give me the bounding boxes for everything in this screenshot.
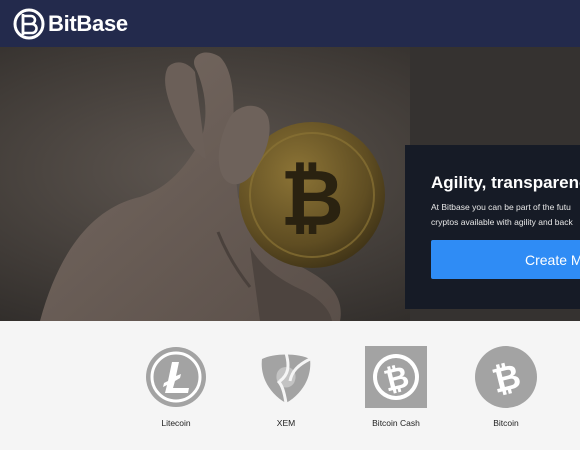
hero-title: Agility, transparenc xyxy=(431,173,580,192)
coins-section: Litecoin XEM ₿ Bitcoin Cash ₿ Bitcoin xyxy=(0,321,580,450)
create-account-button[interactable]: Create M xyxy=(431,240,580,279)
bitbase-logo-icon xyxy=(13,8,45,39)
brand-logo[interactable]: BitBase xyxy=(12,7,128,41)
xem-icon xyxy=(261,352,311,404)
coin-label: Bitcoin xyxy=(493,418,519,428)
coin-label: XEM xyxy=(276,418,296,428)
coin-item-litecoin[interactable]: Litecoin xyxy=(134,345,218,428)
cta-panel: Agility, transparenc At Bitbase you can … xyxy=(405,145,580,309)
coin-label: Bitcoin Cash xyxy=(372,418,420,428)
hero-description-line: cryptos available with agility and back xyxy=(431,217,573,227)
hero-section: ₿ Agility, transparenc At Bitbase you ca… xyxy=(0,47,580,321)
bitcoin-cash-icon: ₿ xyxy=(365,346,427,408)
hero-description-line: At Bitbase you can be part of the futu xyxy=(431,202,571,212)
coin-item-bitcoin-cash[interactable]: ₿ Bitcoin Cash xyxy=(354,345,438,428)
svg-text:₿: ₿ xyxy=(280,154,344,244)
brand-name: BitBase xyxy=(48,10,128,36)
site-header: BitBase xyxy=(0,0,580,47)
bitcoin-icon: ₿ xyxy=(475,346,537,408)
litecoin-icon xyxy=(146,347,206,407)
coin-label: Litecoin xyxy=(161,418,191,428)
coin-item-bitcoin[interactable]: ₿ Bitcoin xyxy=(464,345,548,428)
coin-item-xem[interactable]: XEM xyxy=(244,345,328,428)
hero-description: At Bitbase you can be part of the futu c… xyxy=(431,200,580,230)
